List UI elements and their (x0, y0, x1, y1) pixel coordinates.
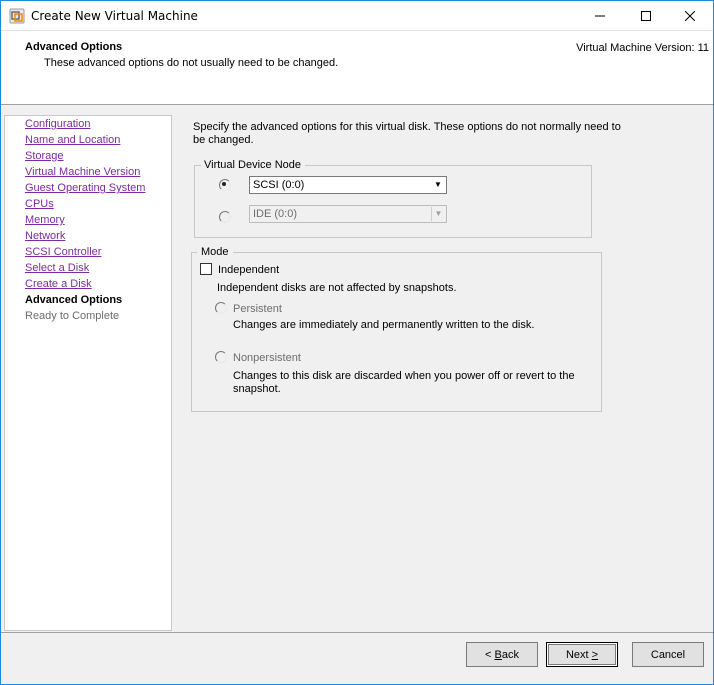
independent-description: Independent disks are not affected by sn… (217, 282, 457, 294)
wizard-steps-sidebar: Configuration Name and Location Storage Vir… (4, 115, 172, 631)
nonpersistent-label[interactable]: Nonpersistent (233, 352, 301, 365)
sidebar-item-virtual-machine-version[interactable]: Virtual Machine Version (25, 165, 140, 179)
wizard-window: Create New Virtual Machine Advanced Opti… (0, 0, 714, 685)
scsi-radio[interactable] (219, 179, 231, 191)
sidebar-item-cpus[interactable]: CPUs (25, 197, 54, 211)
cancel-button[interactable]: Cancel (632, 642, 704, 667)
sidebar-item-select-a-disk[interactable]: Select a Disk (25, 261, 89, 275)
independent-checkbox[interactable] (200, 263, 212, 275)
ide-node-value: IDE (0:0) (253, 208, 298, 220)
scsi-node-value: SCSI (0:0) (253, 179, 305, 191)
maximize-icon (641, 11, 651, 21)
vm-version-label: Virtual Machine Version: 11 (576, 42, 709, 54)
back-button-label: ack (501, 648, 519, 661)
virtual-device-node-legend: Virtual Device Node (201, 158, 306, 172)
sidebar-item-name-and-location[interactable]: Name and Location (25, 133, 120, 147)
close-button[interactable] (667, 1, 713, 31)
window-title: Create New Virtual Machine (31, 9, 198, 23)
page-subtitle: These advanced options do not usually ne… (44, 57, 339, 69)
next-button[interactable]: Next > (546, 642, 618, 667)
chevron-down-icon: ▼ (434, 180, 442, 189)
mode-legend: Mode (197, 245, 233, 259)
back-button[interactable]: < Back (466, 642, 538, 667)
next-button-label: Next (565, 648, 592, 661)
sidebar-item-advanced-options: Advanced Options (25, 294, 123, 306)
wizard-footer: < Back Next > Cancel (1, 632, 713, 684)
sidebar-item-ready-to-complete: Ready to Complete (25, 310, 120, 322)
main-content: Specify the advanced options for this vi… (179, 115, 709, 631)
nonpersistent-description: Changes to this disk are discarded when … (233, 370, 575, 395)
persistent-label[interactable]: Persistent (233, 303, 282, 316)
close-icon (685, 11, 695, 21)
minimize-icon (595, 15, 605, 17)
persistent-description: Changes are immediately and permanently … (233, 319, 535, 331)
page-title: Advanced Options (25, 41, 123, 53)
nonpersistent-radio[interactable] (215, 351, 227, 363)
next-button-arrow: > (591, 648, 599, 661)
back-button-mnemonic: B (494, 648, 502, 661)
sidebar-item-guest-operating-system[interactable]: Guest Operating System (25, 181, 145, 195)
back-button-arrow: < (485, 648, 495, 661)
persistent-radio[interactable] (215, 302, 227, 314)
vmware-app-icon (9, 8, 25, 24)
chevron-down-icon: ▼ (431, 207, 445, 221)
sidebar-item-create-a-disk[interactable]: Create a Disk (25, 277, 92, 291)
sidebar-item-storage[interactable]: Storage (25, 149, 64, 163)
sidebar-item-memory[interactable]: Memory (25, 213, 65, 227)
intro-text: Specify the advanced options for this vi… (193, 121, 621, 146)
sidebar-item-scsi-controller[interactable]: SCSI Controller (25, 245, 101, 259)
scsi-node-select[interactable]: SCSI (0:0) ▼ (249, 176, 447, 194)
sidebar-item-configuration[interactable]: Configuration (25, 117, 90, 131)
independent-label[interactable]: Independent (218, 264, 279, 277)
maximize-button[interactable] (623, 1, 669, 31)
sidebar-item-network[interactable]: Network (25, 229, 65, 243)
ide-node-select[interactable]: IDE (0:0) ▼ (249, 205, 447, 223)
title-bar[interactable]: Create New Virtual Machine (1, 1, 713, 31)
minimize-button[interactable] (577, 1, 623, 31)
ide-radio[interactable] (219, 211, 231, 223)
wizard-header: Advanced Options These advanced options … (1, 31, 713, 105)
